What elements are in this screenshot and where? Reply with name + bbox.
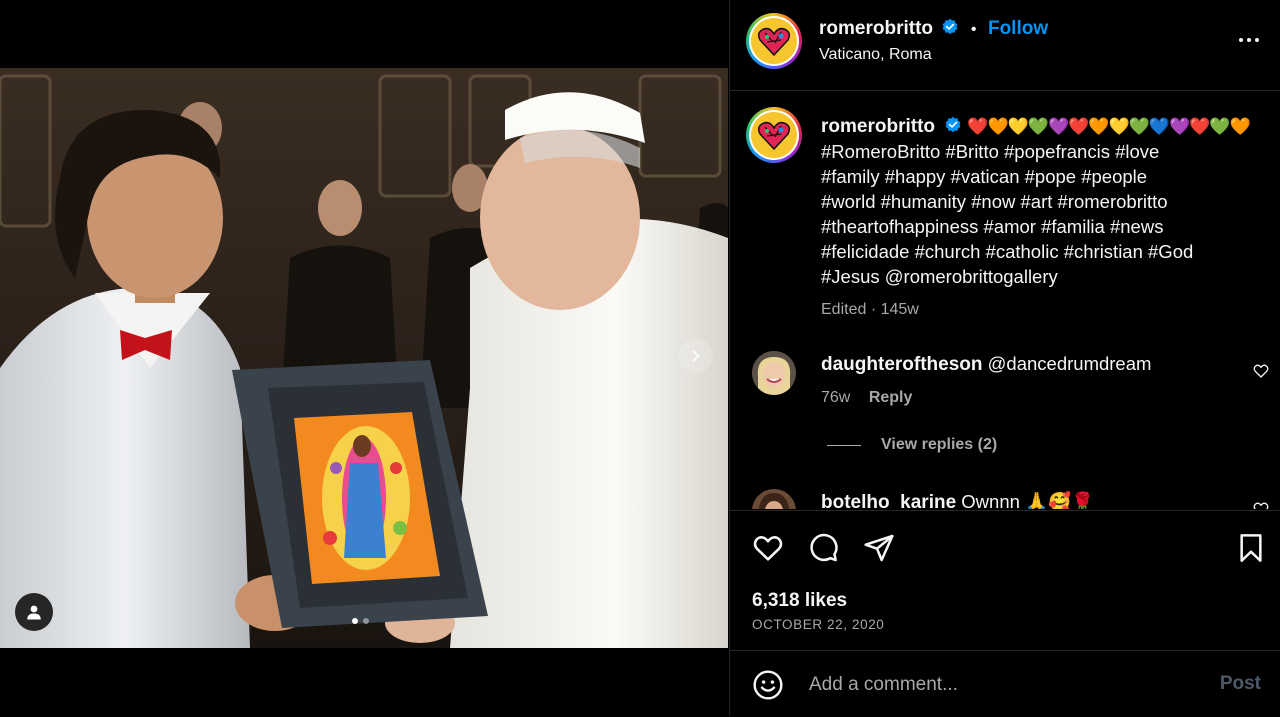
- heart-icon: [1253, 502, 1269, 509]
- comment-button[interactable]: [807, 532, 839, 569]
- emoji-picker-button[interactable]: [752, 669, 784, 706]
- carousel-next-button[interactable]: [679, 339, 713, 373]
- caption-line: #theartofhappiness #amor #familia #news: [821, 216, 1164, 237]
- like-button[interactable]: [752, 532, 784, 569]
- post-comment-button[interactable]: Post: [1220, 673, 1261, 695]
- comments-section[interactable]: romerobritto ❤️🧡💛💚💜❤️🧡💛💚💙💜❤️💚🧡 #RomeroBr…: [730, 91, 1280, 509]
- post-actions: 6,318 likes OCTOBER 22, 2020: [730, 510, 1280, 649]
- bookmark-icon: [1240, 534, 1262, 562]
- view-replies-button[interactable]: View replies (2): [827, 436, 997, 454]
- post-date[interactable]: OCTOBER 22, 2020: [752, 617, 884, 632]
- more-options-button[interactable]: [1237, 28, 1261, 57]
- paper-plane-icon: [864, 534, 894, 562]
- photo-illustration: [0, 68, 728, 648]
- heart-icon: [1253, 364, 1269, 378]
- carousel-indicator: [352, 618, 369, 624]
- comment-age: 76w: [821, 389, 851, 406]
- heart-icon: [753, 536, 783, 561]
- caption-line: #Jesus @romerobrittogallery: [821, 266, 1058, 287]
- user-tag-button[interactable]: [15, 593, 53, 631]
- comment-text[interactable]: Ownnn 🙏🥰🌹: [961, 491, 1094, 509]
- replies-line: [827, 444, 861, 446]
- commenter-photo: [752, 489, 796, 509]
- emoji-smile-icon: [753, 670, 783, 700]
- comment-text[interactable]: @dancedrumdream: [988, 353, 1152, 374]
- verified-badge-icon: [943, 18, 958, 35]
- britto-heart-logo: [751, 112, 797, 158]
- reply-button[interactable]: Reply: [869, 389, 913, 406]
- comment-username[interactable]: daughteroftheson: [821, 354, 983, 375]
- caption-meta: Edited · 145w: [821, 301, 919, 318]
- carousel-dot: [363, 618, 369, 624]
- more-options-icon: [1239, 38, 1259, 42]
- commenter-photo: [752, 351, 796, 395]
- comment-username[interactable]: botelho_karine: [821, 492, 956, 509]
- post-header: romerobritto • Follow Vaticano, Roma: [730, 0, 1280, 91]
- add-comment-bar: Post: [730, 650, 1280, 717]
- caption-line: #RomeroBritto #Britto #popefrancis #love: [821, 141, 1160, 162]
- comment-input[interactable]: [807, 671, 1191, 699]
- caption-username[interactable]: romerobritto: [821, 116, 935, 137]
- likes-count[interactable]: 6,318 likes: [752, 590, 847, 612]
- post-photo[interactable]: [0, 68, 728, 648]
- verified-badge-icon: [945, 116, 961, 133]
- post-media: [0, 0, 728, 716]
- view-replies-label[interactable]: View replies (2): [881, 436, 997, 454]
- user-tag-icon: [27, 605, 41, 620]
- commenter-avatar[interactable]: [752, 489, 796, 509]
- caption-line: #world #humanity #now #art #romerobritto: [821, 191, 1168, 212]
- comment-like-button[interactable]: [1253, 501, 1269, 509]
- comment-like-button[interactable]: [1253, 363, 1269, 384]
- share-button[interactable]: [863, 532, 895, 569]
- author-avatar[interactable]: [746, 13, 802, 69]
- header-separator: •: [970, 21, 977, 38]
- caption-line: #family #happy #vatican #pope #people: [821, 166, 1148, 187]
- post-caption: romerobritto ❤️🧡💛💚💜❤️🧡💛💚💙💜❤️💚🧡 #RomeroBr…: [821, 113, 1261, 322]
- caption-author-avatar[interactable]: [746, 107, 802, 163]
- comment-meta: 76w Reply: [821, 389, 912, 407]
- britto-heart-logo: [751, 18, 797, 64]
- post-details-panel: romerobritto • Follow Vaticano, Roma rom…: [729, 0, 1280, 716]
- caption-line: #felicidade #church #catholic #christian…: [821, 241, 1194, 262]
- comment-bubble-icon: [810, 533, 838, 562]
- commenter-avatar[interactable]: [752, 351, 796, 395]
- carousel-dot-active: [352, 618, 358, 624]
- follow-button[interactable]: Follow: [988, 18, 1048, 39]
- author-username[interactable]: romerobritto: [819, 18, 933, 39]
- chevron-right-icon: [692, 350, 700, 362]
- post-location[interactable]: Vaticano, Roma: [819, 46, 932, 64]
- save-button[interactable]: [1235, 532, 1267, 569]
- caption-emoji-hearts: ❤️🧡💛💚💜❤️🧡💛💚💙💜❤️💚🧡: [967, 117, 1250, 136]
